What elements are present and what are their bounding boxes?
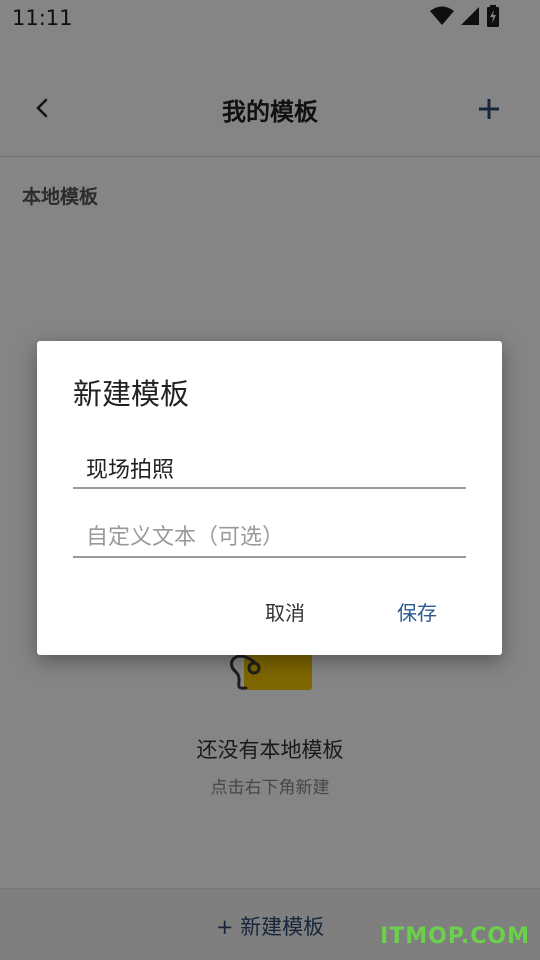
- watermark: ITMOP.COM: [380, 924, 530, 949]
- template-name-input[interactable]: [73, 449, 466, 489]
- new-template-dialog: 新建模板 取消 保存: [37, 341, 502, 655]
- screen: 11:11 我的模板 本地模板 还没有本地模板 点击右下角新建 + 新建模板 I…: [0, 0, 540, 960]
- dialog-title: 新建模板: [73, 377, 190, 411]
- custom-text-input[interactable]: [73, 518, 466, 558]
- save-button[interactable]: 保存: [397, 597, 437, 626]
- cancel-button[interactable]: 取消: [265, 597, 305, 626]
